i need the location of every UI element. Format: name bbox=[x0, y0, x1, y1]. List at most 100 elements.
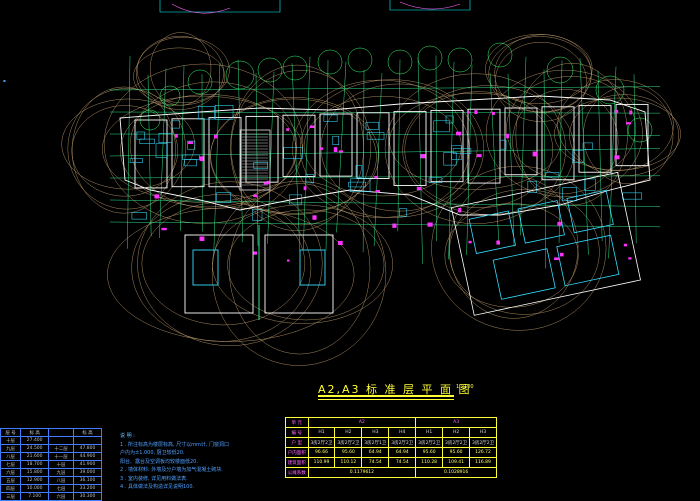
table-cell: 44.900 bbox=[73, 453, 101, 461]
notes-line: 阳台、露台及空调板均较楼面低20. bbox=[120, 458, 290, 467]
table-cell: 21.600 bbox=[21, 453, 49, 461]
fixture-mark bbox=[558, 222, 562, 225]
axis-line bbox=[110, 222, 660, 227]
table-cell: 10.000 bbox=[21, 485, 49, 493]
table-row: 公摊系数 0.1179612 0.1028916 bbox=[286, 468, 497, 478]
dimension-arc bbox=[495, 42, 587, 121]
table-cell bbox=[49, 429, 74, 437]
table-cell: 七层 bbox=[49, 485, 74, 493]
room-wall bbox=[431, 110, 463, 181]
table-row: 八层21.600十一层44.900 bbox=[1, 453, 102, 461]
fixture-mark bbox=[492, 112, 494, 114]
dimension-arc bbox=[489, 36, 592, 111]
fixture-mark bbox=[214, 135, 217, 138]
table-cell: H1 bbox=[416, 428, 443, 438]
fixture-mark bbox=[200, 157, 203, 161]
axis-line bbox=[418, 58, 423, 264]
axis-bubble bbox=[258, 58, 282, 82]
fixture-mark bbox=[286, 129, 288, 131]
axis-line bbox=[110, 134, 660, 135]
window-detail bbox=[217, 193, 231, 203]
table-cell: 0.1028916 bbox=[416, 468, 497, 478]
dimension-arc bbox=[142, 202, 305, 325]
fixture-mark bbox=[162, 228, 167, 230]
table-cell: 30.300 bbox=[73, 493, 101, 501]
table-cell: 3房2厅1卫 bbox=[362, 438, 389, 448]
table-cell: 四层 bbox=[1, 485, 21, 493]
room-wall bbox=[246, 116, 278, 182]
fixture-mark bbox=[477, 154, 481, 157]
room-wall bbox=[172, 119, 204, 187]
table-cell: 十层 bbox=[49, 461, 74, 469]
window-detail bbox=[444, 152, 456, 165]
table-cell: 3房2厅2卫 bbox=[308, 438, 335, 448]
table-cell: 八层 bbox=[1, 453, 21, 461]
table-cell: 39.000 bbox=[73, 469, 101, 477]
table-cell: H4 bbox=[389, 428, 416, 438]
fixture-mark bbox=[188, 142, 192, 144]
axis-line bbox=[127, 56, 130, 249]
table-cell: 12.900 bbox=[21, 477, 49, 485]
table-cell: 八层 bbox=[49, 477, 74, 485]
fixture-mark bbox=[334, 147, 337, 151]
dimension-arc bbox=[228, 210, 384, 320]
table-cell: 3房2厅2卫 bbox=[470, 438, 497, 448]
fixture-mark bbox=[310, 126, 314, 128]
window-detail bbox=[140, 139, 155, 144]
window-detail bbox=[172, 121, 180, 128]
table-cell: 3房2厅2卫 bbox=[443, 438, 470, 448]
table-cell: 十一层 bbox=[49, 453, 74, 461]
table-cell: 110.99 bbox=[308, 458, 335, 468]
fixture-mark bbox=[497, 241, 500, 244]
top-partial-buildings bbox=[160, 0, 470, 13]
dimension-arcs bbox=[62, 33, 681, 366]
table-cell: 三层 bbox=[1, 493, 21, 501]
table-row: 建筑面积 110.99 110.12 74.54 74.54 110.28 10… bbox=[286, 458, 497, 468]
fixture-mark bbox=[376, 190, 380, 192]
axis-bubble bbox=[348, 48, 372, 72]
table-cell: 单 元 bbox=[286, 418, 309, 428]
table-cell: 18.700 bbox=[21, 461, 49, 469]
fixture-mark bbox=[417, 187, 421, 190]
window-detail bbox=[137, 132, 145, 139]
table-cell: 十层 bbox=[1, 437, 21, 445]
fixture-mark bbox=[264, 182, 266, 184]
table-cell: 126.72 bbox=[470, 448, 497, 458]
fixture-mark bbox=[533, 152, 537, 156]
table-cell: 7.100 bbox=[21, 493, 49, 501]
dimension-arc bbox=[107, 208, 354, 342]
dimension-arc bbox=[132, 194, 311, 341]
table-cell: 74.54 bbox=[389, 458, 416, 468]
table-cell: 公摊系数 bbox=[286, 468, 309, 478]
window-detail bbox=[366, 122, 379, 129]
dimension-arc bbox=[72, 87, 175, 213]
table-cell bbox=[73, 437, 101, 445]
fixture-mark bbox=[338, 241, 342, 245]
table-cell: 六层 bbox=[1, 469, 21, 477]
fixture-mark bbox=[254, 252, 257, 255]
fixture-mark bbox=[629, 258, 632, 260]
axis-line bbox=[256, 73, 258, 246]
dimension-arc bbox=[68, 88, 186, 209]
table-cell: 74.54 bbox=[362, 458, 389, 468]
drawing-title-block: A2,A3 标 准 层 平 面 图 1 : 100 bbox=[318, 380, 478, 402]
window-detail bbox=[584, 179, 595, 190]
table-cell: 109.41 bbox=[443, 458, 470, 468]
table-cell: 六层 bbox=[49, 493, 74, 501]
table-cell: A3 bbox=[416, 418, 497, 428]
room-wall bbox=[320, 114, 352, 176]
notes-line: 1 . 所注标高为楼层标高, 尺寸以mm计, 门窗洞口 bbox=[120, 441, 290, 450]
dimension-arc bbox=[138, 182, 323, 346]
table-row: 户内面积 96.66 95.60 64.94 64.94 95.60 95.60… bbox=[286, 448, 497, 458]
title-underline bbox=[318, 395, 454, 397]
fixture-mark bbox=[393, 224, 397, 228]
table-cell: 95.60 bbox=[335, 448, 362, 458]
fixture-mark bbox=[467, 111, 469, 113]
fixture-mark bbox=[421, 154, 425, 158]
table-row: 层 号 标 高 标 高 bbox=[1, 429, 102, 437]
fixture-mark bbox=[458, 208, 461, 212]
axis-line bbox=[398, 59, 400, 231]
notes-line: 3 . 室内装修, 详见用料做法表. bbox=[120, 475, 290, 484]
table-cell: 建筑面积 bbox=[286, 458, 309, 468]
window-detail bbox=[623, 193, 642, 199]
